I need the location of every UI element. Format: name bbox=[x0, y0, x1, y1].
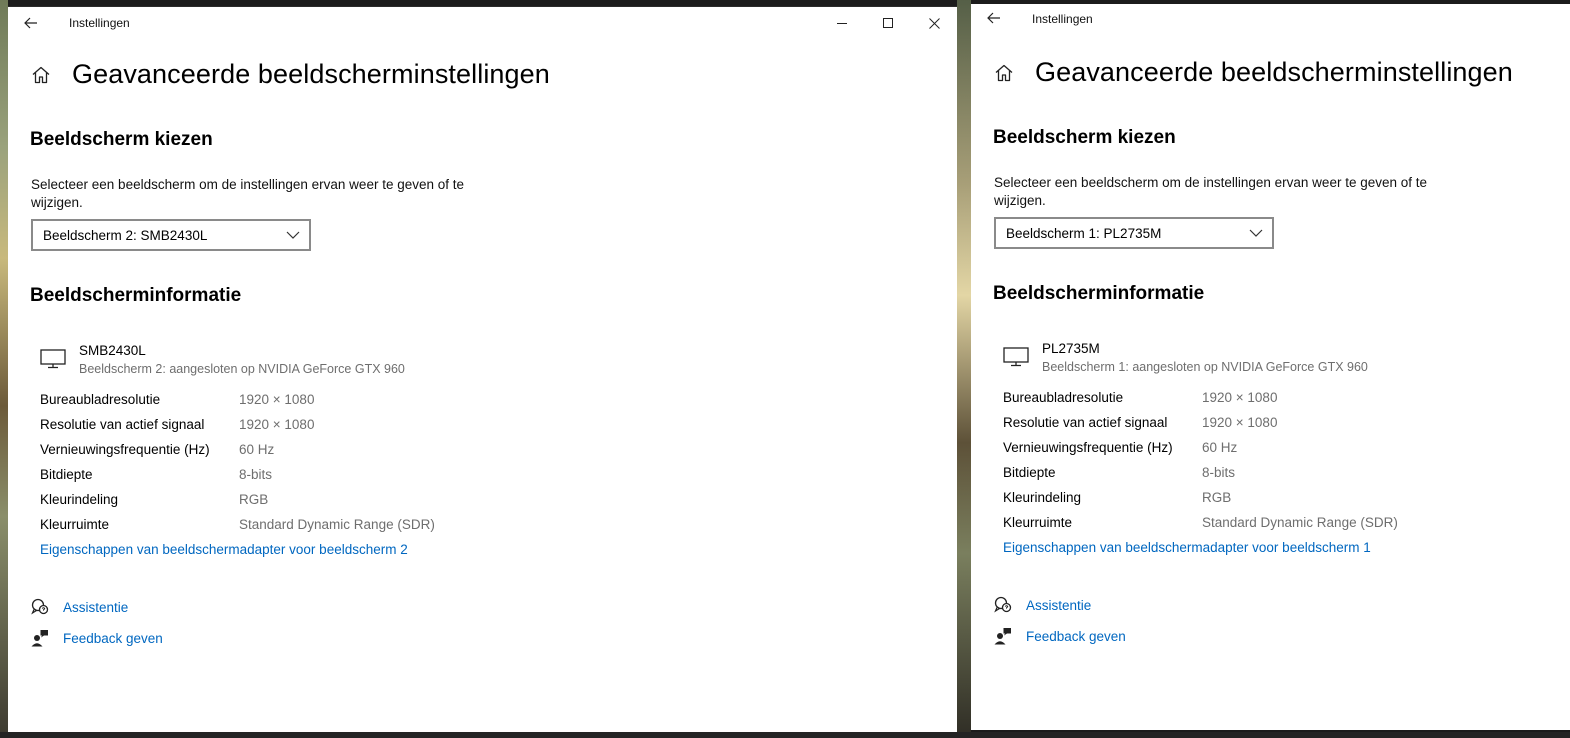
app-title: Instellingen bbox=[69, 16, 130, 30]
section-title-display-info: Beeldscherminformatie bbox=[30, 285, 242, 306]
adapter-properties-link[interactable]: Eigenschappen van beeldschermadapter voo… bbox=[40, 542, 408, 557]
home-button[interactable] bbox=[30, 64, 52, 86]
back-arrow-icon bbox=[24, 17, 37, 29]
display-select-value: Beeldscherm 2: SMB2430L bbox=[43, 227, 208, 243]
info-value: 1920 × 1080 bbox=[1202, 390, 1278, 405]
monitor-icon bbox=[40, 349, 66, 369]
display-name: SMB2430L bbox=[79, 343, 146, 358]
desktop-background-left bbox=[0, 0, 8, 738]
minimize-icon bbox=[836, 22, 847, 24]
info-label: Kleurindeling bbox=[1003, 490, 1082, 505]
info-label: Bitdiepte bbox=[1003, 465, 1056, 480]
chat-help-icon bbox=[30, 597, 50, 617]
page-header: Geavanceerde beeldscherminstellingen bbox=[30, 59, 550, 90]
feedback-person-icon bbox=[993, 626, 1013, 646]
feedback-link[interactable]: Feedback geven bbox=[63, 631, 163, 646]
info-label: Kleurindeling bbox=[40, 492, 119, 507]
section-title-choose-display: Beeldscherm kiezen bbox=[993, 127, 1176, 148]
maximize-button[interactable] bbox=[865, 7, 911, 39]
home-icon bbox=[995, 64, 1013, 81]
app-title: Instellingen bbox=[1032, 12, 1093, 26]
adapter-properties-link[interactable]: Eigenschappen van beeldschermadapter voo… bbox=[1003, 540, 1371, 555]
back-button[interactable] bbox=[981, 6, 1007, 30]
chevron-down-icon bbox=[1249, 229, 1263, 237]
display-name: PL2735M bbox=[1042, 341, 1100, 356]
info-value: 60 Hz bbox=[239, 442, 275, 457]
title-bar: Instellingen bbox=[8, 7, 957, 39]
display-subtitle: Beeldscherm 2: aangesloten op NVIDIA GeF… bbox=[79, 362, 405, 376]
info-label: Resolutie van actief signaal bbox=[1003, 415, 1168, 430]
assist-link[interactable]: Assistentie bbox=[63, 600, 128, 615]
assist-link-row[interactable]: Assistentie bbox=[993, 595, 1091, 615]
back-arrow-icon bbox=[987, 12, 1000, 24]
info-label: Bureaubladresolutie bbox=[1003, 390, 1124, 405]
minimize-button[interactable] bbox=[819, 7, 865, 39]
info-label: Bitdiepte bbox=[40, 467, 93, 482]
display-subtitle: Beeldscherm 1: aangesloten op NVIDIA GeF… bbox=[1042, 360, 1368, 374]
close-button[interactable] bbox=[911, 7, 957, 39]
assist-link-row[interactable]: Assistentie bbox=[30, 597, 128, 617]
home-button[interactable] bbox=[993, 62, 1015, 84]
info-value: 60 Hz bbox=[1202, 440, 1238, 455]
info-label: Vernieuwingsfrequentie (Hz) bbox=[1003, 440, 1173, 455]
info-label: Vernieuwingsfrequentie (Hz) bbox=[40, 442, 210, 457]
info-value: 8-bits bbox=[1202, 465, 1236, 480]
page-title: Geavanceerde beeldscherminstellingen bbox=[72, 59, 550, 89]
chat-help-icon bbox=[993, 595, 1013, 615]
desktop-background-middle bbox=[957, 0, 971, 738]
page-title: Geavanceerde beeldscherminstellingen bbox=[1035, 57, 1513, 87]
choose-display-description: Selecteer een beeldscherm om de instelli… bbox=[994, 175, 1428, 208]
caption-buttons bbox=[819, 7, 957, 39]
info-label: Kleurruimte bbox=[1003, 515, 1073, 530]
feedback-person-icon bbox=[30, 628, 50, 648]
display-select-value: Beeldscherm 1: PL2735M bbox=[1006, 225, 1162, 241]
section-title-choose-display: Beeldscherm kiezen bbox=[30, 129, 213, 150]
feedback-link[interactable]: Feedback geven bbox=[1026, 629, 1126, 644]
info-value: RGB bbox=[239, 492, 269, 507]
maximize-icon bbox=[882, 17, 893, 28]
desktop-taskbar-edge bbox=[0, 732, 1570, 738]
info-label: Resolutie van actief signaal bbox=[40, 417, 205, 432]
assist-link[interactable]: Assistentie bbox=[1026, 598, 1091, 613]
feedback-link-row[interactable]: Feedback geven bbox=[30, 628, 163, 648]
settings-window-left: Instellingen Geavanceerde beeldschermins… bbox=[8, 6, 957, 732]
info-label: Kleurruimte bbox=[40, 517, 110, 532]
info-value: 1920 × 1080 bbox=[1202, 415, 1278, 430]
back-button[interactable] bbox=[18, 11, 44, 35]
info-value: 8-bits bbox=[239, 467, 273, 482]
feedback-link-row[interactable]: Feedback geven bbox=[993, 626, 1126, 646]
title-bar: Instellingen bbox=[971, 4, 1570, 36]
info-value: Standard Dynamic Range (SDR) bbox=[1202, 515, 1398, 530]
info-value: RGB bbox=[1202, 490, 1232, 505]
chevron-down-icon bbox=[286, 231, 300, 239]
display-select-dropdown[interactable]: Beeldscherm 2: SMB2430L bbox=[31, 219, 311, 251]
home-icon bbox=[32, 66, 50, 83]
close-icon bbox=[928, 17, 940, 29]
info-value: 1920 × 1080 bbox=[239, 392, 315, 407]
section-title-display-info: Beeldscherminformatie bbox=[993, 283, 1205, 304]
choose-display-description: Selecteer een beeldscherm om de instelli… bbox=[31, 177, 465, 210]
info-value: 1920 × 1080 bbox=[239, 417, 315, 432]
monitor-icon bbox=[1003, 347, 1029, 367]
display-select-dropdown[interactable]: Beeldscherm 1: PL2735M bbox=[994, 217, 1274, 249]
info-value: Standard Dynamic Range (SDR) bbox=[239, 517, 435, 532]
settings-window-right: Instellingen Geavanceerde beeldschermins… bbox=[971, 4, 1570, 730]
page-header: Geavanceerde beeldscherminstellingen bbox=[993, 57, 1513, 88]
info-label: Bureaubladresolutie bbox=[40, 392, 161, 407]
